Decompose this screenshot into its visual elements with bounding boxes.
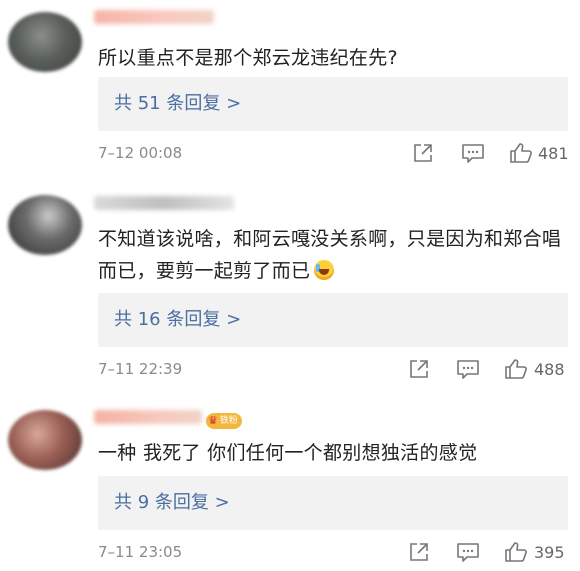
comment-text: 所以重点不是那个郑云龙违纪在先? [98,42,568,74]
username-blurred[interactable] [94,410,202,424]
timestamp: 7–12 00:08 [98,144,183,162]
share-icon[interactable] [412,142,434,164]
comment-icon[interactable] [456,541,479,563]
avatar[interactable] [8,195,82,255]
crown-icon: ♛ [208,414,218,427]
crying-laughing-face-icon [314,260,335,280]
comment-icon[interactable] [461,142,484,164]
view-replies-link[interactable]: 共 9 条回复 > [114,476,230,530]
comment-text: 一种 我死了 你们任何一个都别想独活的感觉 [98,437,568,469]
comment-meta: 7–11 23:05 395 [98,539,570,569]
reply-box: 共 16 条回复 > [98,293,568,347]
view-replies-link[interactable]: 共 51 条回复 > [114,77,241,131]
comment-text-content: 所以重点不是那个郑云龙违纪在先? [98,47,398,69]
timestamp: 7–11 23:05 [98,543,183,561]
share-icon[interactable] [408,541,430,563]
comment-icon[interactable] [456,358,479,380]
comment-meta: 7–11 22:39 488 [98,356,570,386]
avatar[interactable] [8,12,82,72]
reply-box: 共 9 条回复 > [98,476,568,530]
username-blurred[interactable] [94,196,234,210]
comment-meta: 7–12 00:08 481 [98,140,570,170]
view-replies-link[interactable]: 共 16 条回复 > [114,293,241,347]
reply-box: 共 51 条回复 > [98,77,568,131]
comment-text-content: 一种 我死了 你们任何一个都别想独活的感觉 [98,442,478,464]
username-blurred[interactable] [94,10,214,24]
like-count: 395 [534,543,565,562]
avatar[interactable] [8,410,82,470]
like-count: 481 [538,144,569,163]
like-count: 488 [534,360,565,379]
comment-text: 不知道该说啥，和阿云嘎没关系啊，只是因为和郑合唱而已，要剪一起剪了而已 [98,223,568,287]
timestamp: 7–11 22:39 [98,360,183,378]
fan-badge: ♛ 铁粉 [206,413,242,429]
thumb-up-icon[interactable] [509,142,532,164]
share-icon[interactable] [408,358,430,380]
badge-label: 铁粉 [219,416,238,426]
thumb-up-icon[interactable] [504,541,527,563]
thumb-up-icon[interactable] [504,358,527,380]
